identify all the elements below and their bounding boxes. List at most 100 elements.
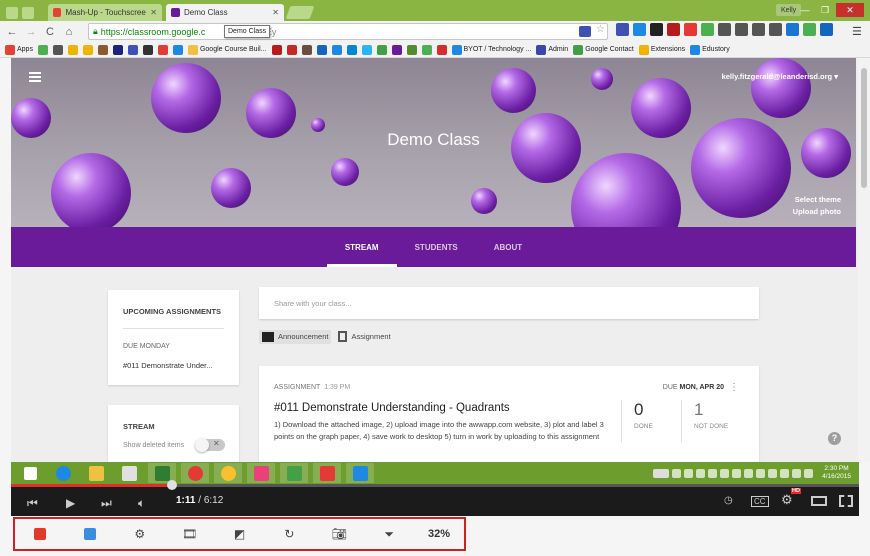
minimize-icon[interactable]: —	[796, 3, 814, 17]
bookmark-item[interactable]	[406, 44, 417, 55]
tab-about[interactable]: ABOUT	[476, 227, 540, 267]
bookmark-item[interactable]	[301, 44, 312, 55]
play-icon[interactable]: ▶	[66, 496, 75, 510]
bookmark-item[interactable]	[37, 44, 48, 55]
taskbar-tiles-app[interactable]	[313, 463, 341, 483]
browser-tab-demo-class[interactable]: Demo Class ✕	[166, 4, 284, 21]
browser-tab-mashup[interactable]: Mash-Up - Touchscreen C ✕	[48, 4, 162, 21]
tray-icon[interactable]	[780, 468, 790, 478]
assignment-card[interactable]: ASSIGNMENT 1:39 PM DUE MON, APR 20 ⋮ #01…	[259, 366, 759, 462]
reload-icon[interactable]: C	[43, 25, 57, 39]
bookmark-item[interactable]	[286, 44, 297, 55]
browser-extension-icon[interactable]	[701, 23, 714, 36]
bookmark-item[interactable]	[331, 44, 342, 55]
filter-button[interactable]: ⏷	[364, 519, 414, 549]
done-stat[interactable]: 0 DONE	[621, 400, 681, 442]
tray-icon[interactable]	[696, 468, 706, 478]
show-deleted-toggle[interactable]	[195, 438, 225, 452]
home-icon[interactable]: ⌂	[62, 25, 76, 39]
next-icon[interactable]: ⏭	[101, 496, 112, 511]
theater-mode-icon[interactable]	[811, 496, 827, 506]
bookmark-item[interactable]	[157, 44, 168, 55]
bookmark-item[interactable]	[82, 44, 93, 55]
browser-extension-icon[interactable]	[616, 23, 629, 36]
previous-icon[interactable]: ⏮	[27, 496, 38, 511]
tray-icon[interactable]	[684, 468, 694, 478]
bookmark-item[interactable]	[436, 44, 447, 55]
address-bar[interactable]: 🔒︎ https://classroom.google.c NjEy ☆	[88, 23, 608, 40]
loop-button[interactable]: ↻	[264, 519, 314, 549]
chrome-tab-mini[interactable]	[6, 6, 18, 19]
bookmark-item[interactable]	[52, 44, 63, 55]
more-options-icon[interactable]: ⋮	[729, 382, 739, 393]
video-scrubber-handle[interactable]	[167, 480, 178, 490]
browser-extension-icon[interactable]	[633, 23, 646, 36]
bookmark-item[interactable]	[112, 44, 123, 55]
keyboard-icon[interactable]	[653, 468, 670, 478]
help-icon[interactable]: ?	[828, 432, 841, 445]
tab-students[interactable]: STUDENTS	[397, 227, 476, 267]
taskbar-paint[interactable]	[115, 463, 143, 483]
annotate-red-button[interactable]	[15, 519, 65, 549]
pip-button[interactable]: ◩	[215, 519, 265, 549]
bookmark-star-icon[interactable]: ☆	[596, 24, 605, 35]
not-done-stat[interactable]: 1 NOT DONE	[681, 400, 741, 442]
bookmark-item[interactable]: BYOT / Technology ...	[451, 44, 531, 55]
browser-extension-icon[interactable]	[752, 23, 765, 36]
browser-extension-icon[interactable]	[803, 23, 816, 36]
taskbar-person-app[interactable]	[280, 463, 308, 483]
bookmark-item[interactable]	[421, 44, 432, 55]
chrome-tab-mini[interactable]	[22, 6, 34, 19]
tray-icon[interactable]	[744, 468, 754, 478]
tray-icon[interactable]	[768, 468, 778, 478]
bookmark-item[interactable]	[172, 44, 183, 55]
tray-icon[interactable]	[720, 468, 730, 478]
scrollbar-thumb[interactable]	[861, 68, 867, 188]
taskbar-ie[interactable]	[49, 463, 77, 483]
taskbar-chrome-2[interactable]	[214, 463, 242, 483]
bookmark-item[interactable]	[391, 44, 402, 55]
film-button[interactable]: 🎞︎	[165, 519, 215, 549]
bookmark-item[interactable]: Google Contact	[573, 44, 634, 55]
settings-button[interactable]: ⚙	[115, 519, 165, 549]
close-window-icon[interactable]: ✕	[836, 3, 864, 17]
chrome-menu-icon[interactable]: ☰	[852, 25, 862, 38]
browser-extension-icon[interactable]	[718, 23, 731, 36]
tab-stream[interactable]: STREAM	[326, 227, 397, 267]
close-tab-icon[interactable]: ✕	[272, 8, 279, 17]
captions-icon[interactable]: CC	[751, 496, 769, 507]
bookmark-item[interactable]: Extensions	[638, 44, 685, 55]
video-progress-bar[interactable]	[11, 480, 859, 490]
bookmark-item[interactable]	[127, 44, 138, 55]
bookmark-item[interactable]	[97, 44, 108, 55]
taskbar-heart-app[interactable]	[247, 463, 275, 483]
forward-icon[interactable]: →	[24, 25, 38, 39]
bookmark-item[interactable]: Apps	[5, 44, 33, 55]
volume-icon[interactable]	[804, 468, 814, 478]
volume-icon[interactable]: 🔈︎	[138, 496, 145, 511]
browser-extension-icon[interactable]	[735, 23, 748, 36]
share-with-class-input[interactable]: Share with your class...	[259, 287, 759, 319]
bookmark-item[interactable]	[271, 44, 282, 55]
menu-hamburger-icon[interactable]	[29, 72, 41, 82]
close-tab-icon[interactable]: ✕	[150, 8, 157, 17]
fullscreen-icon[interactable]	[839, 495, 853, 507]
browser-extension-icon[interactable]	[667, 23, 680, 36]
taskbar-clock[interactable]: 2:30 PM 4/16/2015	[822, 465, 851, 481]
annotate-blue-button[interactable]	[65, 519, 115, 549]
tray-icon[interactable]	[732, 468, 742, 478]
bookmark-item[interactable]	[376, 44, 387, 55]
screenshot-button[interactable]: 📷︎	[314, 519, 364, 549]
account-menu[interactable]: kelly.fitzgerald@leanderisd.org ▾	[722, 72, 838, 81]
bookmark-item[interactable]: Admin	[536, 44, 568, 55]
network-icon[interactable]	[792, 468, 802, 478]
browser-extension-icon[interactable]	[684, 23, 697, 36]
taskbar-explorer[interactable]	[82, 463, 110, 483]
settings-gear-icon[interactable]: ⚙	[781, 492, 793, 508]
upload-photo-link[interactable]: Upload photo	[793, 206, 841, 218]
browser-extension-icon[interactable]	[769, 23, 782, 36]
watch-later-icon[interactable]: ◷	[724, 495, 733, 506]
taskbar-chrome[interactable]	[181, 463, 209, 483]
tray-icon[interactable]	[672, 468, 682, 478]
back-icon[interactable]: ←	[5, 25, 19, 39]
